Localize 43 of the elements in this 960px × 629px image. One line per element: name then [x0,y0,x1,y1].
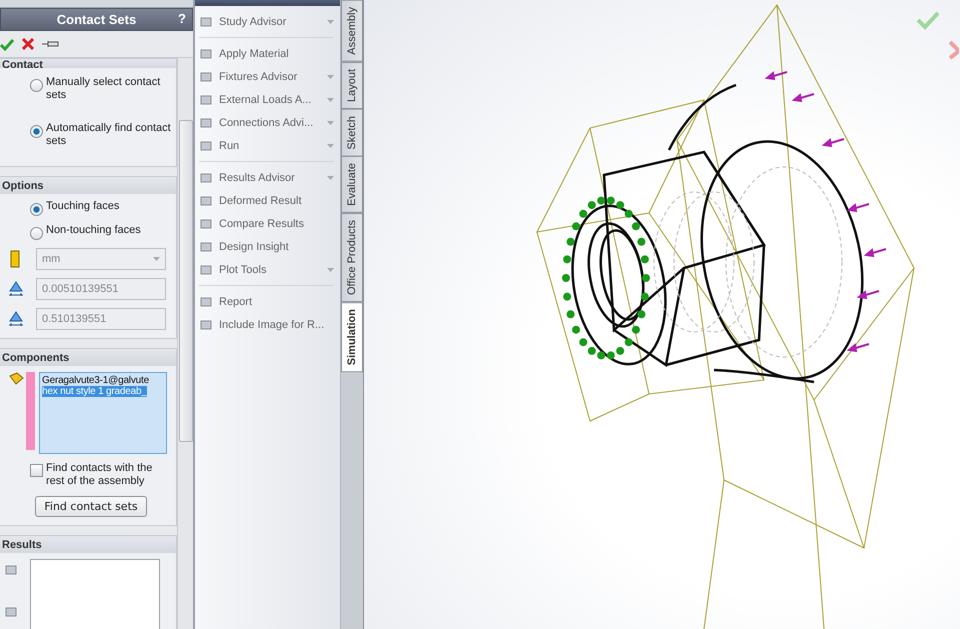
command-item[interactable]: External Loads A... [199,88,334,111]
vertical-tab[interactable]: Simulation [341,302,363,372]
command-item[interactable]: Plot Tools [199,258,334,281]
ruler-icon [10,250,20,268]
command-item[interactable]: Run [199,134,334,157]
vertical-tab[interactable]: Layout [341,62,363,109]
help-button[interactable]: ? [178,11,186,26]
radio-option[interactable]: Manually select contact sets [30,76,172,102]
find-contact-sets-button[interactable]: Find contact sets [35,496,147,517]
vertical-tab[interactable]: Sketch [341,108,363,156]
contacts-checkbox[interactable]: Find contacts with the rest of the assembly [30,462,172,488]
scrollbar[interactable] [177,58,193,629]
radio-option[interactable]: Touching faces [30,200,172,216]
panel-title: Contact Sets ? [0,8,193,31]
check-icon[interactable] [916,10,940,30]
section-header[interactable]: Options [0,177,176,194]
command-item[interactable]: Results Advisor [199,166,334,189]
check-icon[interactable] [0,38,14,50]
command-item[interactable]: Connections Advi... [199,111,334,134]
radio-option[interactable]: Automatically find contact sets [30,122,172,148]
list-item[interactable]: Geragalvute3-1@galvute [42,375,149,386]
section-header[interactable]: Contact [0,59,176,68]
command-item[interactable]: Study Advisor [199,10,334,33]
command-item[interactable]: Compare Results [199,212,334,235]
distance-icon [8,311,24,327]
command-item[interactable]: Design Insight [199,235,334,258]
command-item[interactable]: Report [199,290,334,313]
section-header[interactable]: Results [0,536,176,553]
radio-option[interactable]: Non-touching faces [30,224,172,240]
vertical-tab[interactable]: Office Products [341,213,363,302]
section-header[interactable]: Components [0,349,176,366]
caret-icon [153,257,160,261]
component-list[interactable]: Geragalvute3-1@galvute hex nut style 1 gradeab_ [39,372,167,454]
distance-icon [8,281,24,297]
component-icon [8,372,24,386]
vertical-tab[interactable]: Assembly [341,0,363,62]
command-item[interactable]: Fixtures Advisor [199,65,334,88]
command-item[interactable]: Apply Material [199,42,334,65]
command-item[interactable]: Deformed Result [199,189,334,212]
vertical-tab[interactable]: Evaluate [341,156,363,214]
command-item[interactable]: Include Image for R... [199,313,334,336]
results-list[interactable] [30,559,160,629]
pin-icon[interactable] [42,39,60,49]
